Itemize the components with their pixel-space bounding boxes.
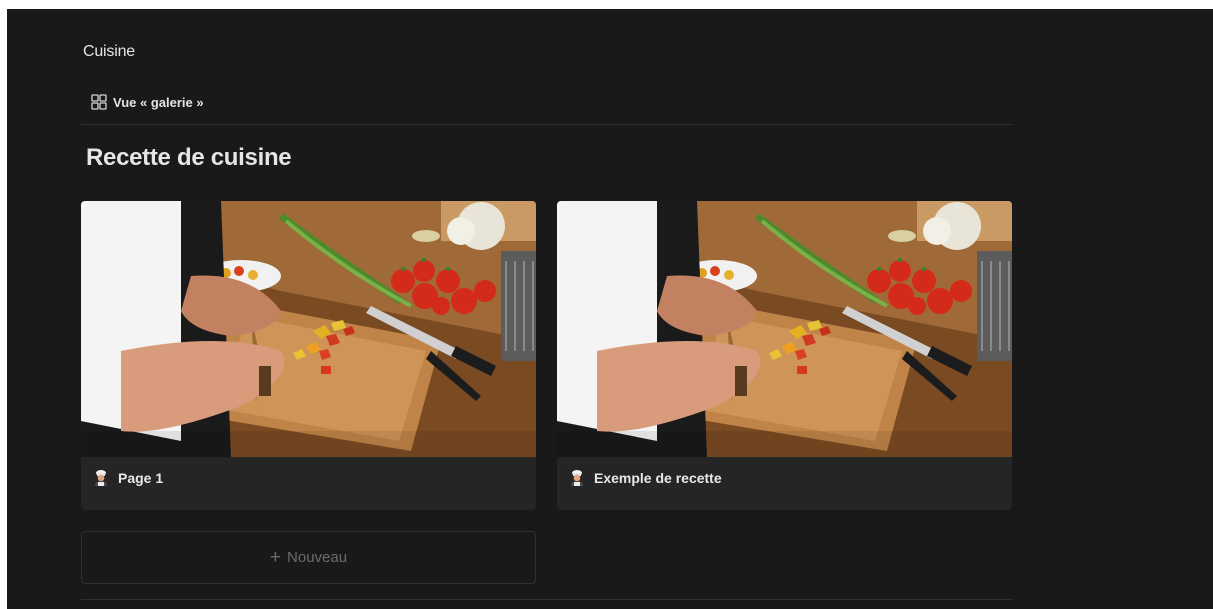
card-cover-image	[557, 201, 1012, 457]
view-tab-gallery[interactable]: Vue « galerie »	[91, 91, 204, 113]
plus-icon: +	[269, 547, 282, 568]
card-title-text: Page 1	[118, 470, 164, 486]
new-card-button[interactable]: + Nouveau	[81, 531, 536, 584]
gallery-view-icon	[91, 94, 107, 110]
card-title: Page 1	[92, 466, 163, 490]
breadcrumb[interactable]: Cuisine	[83, 43, 135, 61]
view-tab-label: Vue « galerie »	[113, 94, 204, 110]
gallery-card-page-1[interactable]: Page 1	[81, 201, 536, 510]
app-window: Cuisine Vue « galerie » Recette de cuisi…	[7, 9, 1213, 609]
cook-icon	[571, 470, 583, 486]
gallery-title[interactable]: Recette de cuisine	[86, 144, 292, 172]
cook-icon	[95, 470, 107, 486]
divider	[81, 599, 1013, 600]
new-button-label: Nouveau	[287, 549, 348, 566]
card-title-text: Exemple de recette	[594, 470, 722, 486]
card-title: Exemple de recette	[568, 466, 722, 490]
card-cover-image	[81, 201, 536, 457]
divider	[81, 124, 1013, 125]
gallery-card-exemple-de-recette[interactable]: Exemple de recette	[557, 201, 1012, 510]
